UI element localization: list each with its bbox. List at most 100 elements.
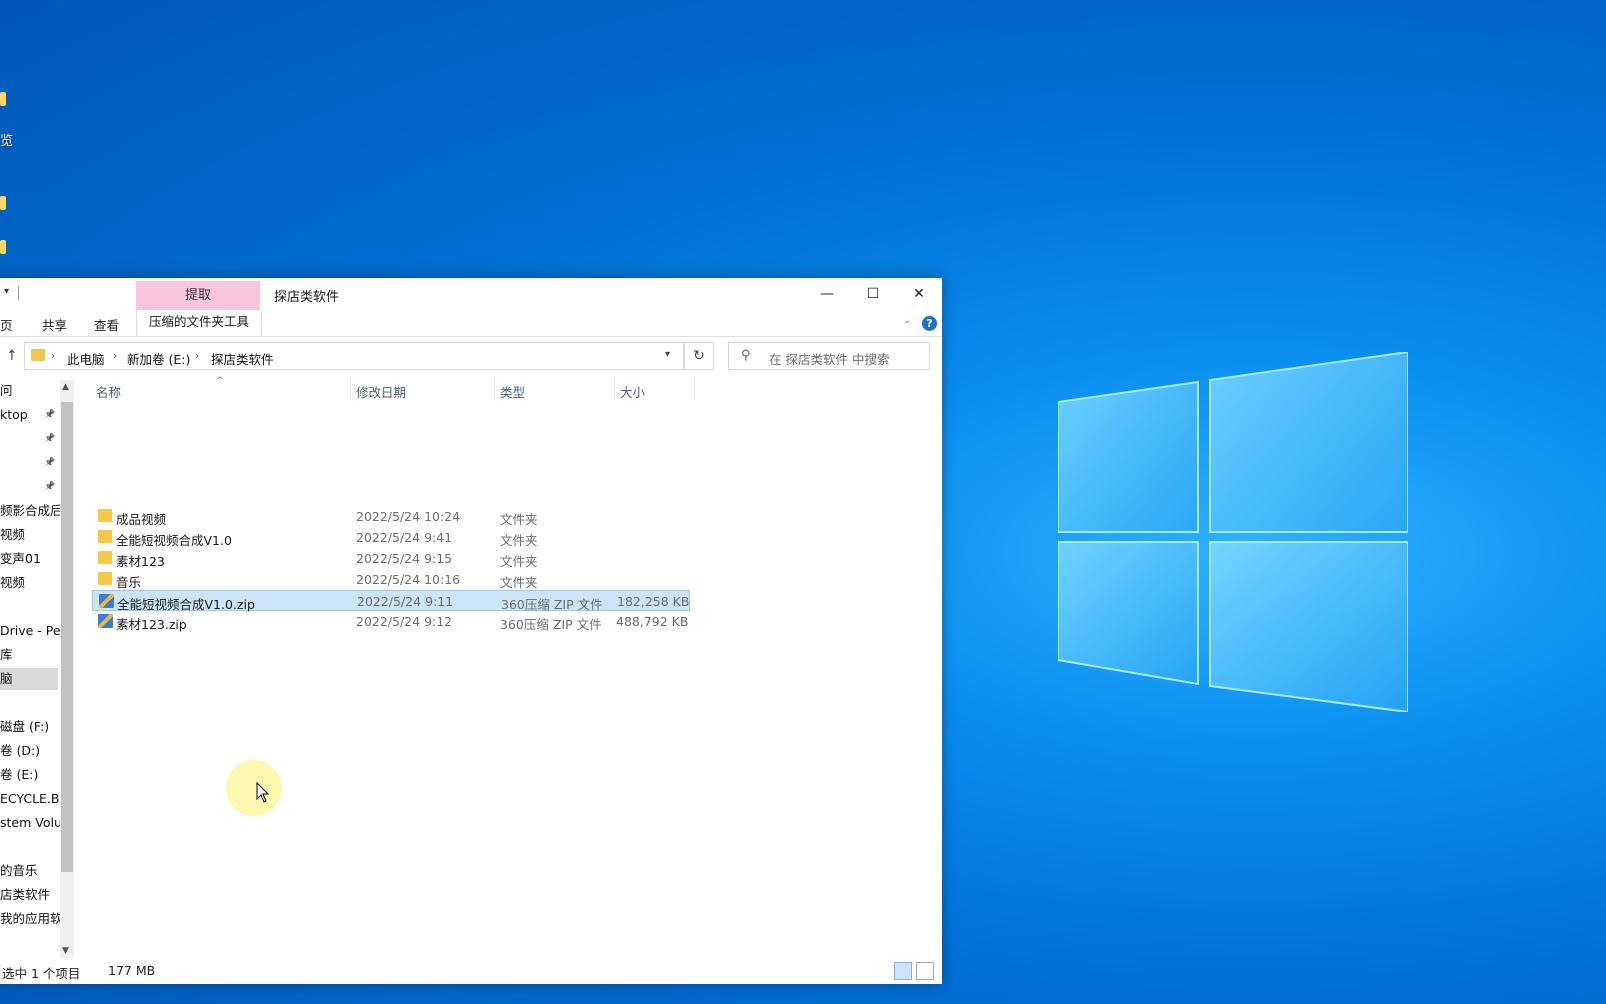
- navigation-pane: 问 ktop 📌 📌 📌 📌 频影合成后 视频 变声01 视频 Drive - Per 库脑磁盘 (F…: [0, 380, 60, 958]
- file-row[interactable]: 全能短视频合成V1.0.zip 2022/5/24 9:11 360压缩 ZIP 文…: [92, 590, 690, 612]
- maximize-button[interactable]: ☐: [850, 278, 896, 310]
- file-row[interactable]: 全能短视频合成V1.0 2022/5/24 9:41 文件夹: [92, 527, 690, 548]
- pin-icon[interactable]: 📌: [44, 404, 55, 426]
- quick-access-dropdown-icon[interactable]: ▾: [4, 286, 9, 297]
- minimize-button[interactable]: —: [804, 278, 850, 310]
- folder-icon: [98, 530, 112, 543]
- ribbon-expand-icon[interactable]: ⌄: [903, 315, 911, 326]
- scrollbar-thumb[interactable]: [61, 402, 73, 872]
- file-date: 2022/5/24 9:11: [357, 594, 454, 609]
- tab-home[interactable]: 页: [0, 315, 13, 334]
- sidebar-item[interactable]: 视频: [0, 524, 58, 546]
- column-divider[interactable]: [494, 378, 495, 400]
- column-divider[interactable]: [614, 378, 615, 400]
- sidebar-item[interactable]: Drive - Per: [0, 620, 60, 642]
- zip-archive-icon: [99, 594, 114, 608]
- sidebar-item[interactable]: ktop 📌: [0, 404, 58, 426]
- column-header-size[interactable]: 大小: [620, 382, 645, 401]
- tab-share[interactable]: 共享: [42, 315, 67, 334]
- mouse-cursor-icon: [256, 782, 270, 803]
- sidebar-item[interactable]: 📌: [0, 428, 58, 450]
- sidebar-item[interactable]: 视频: [0, 572, 58, 594]
- pin-icon[interactable]: 📌: [44, 452, 55, 474]
- sidebar-item-label: 问: [0, 383, 13, 398]
- sidebar-item[interactable]: 📌: [0, 476, 58, 498]
- folder-icon: [31, 349, 45, 361]
- sidebar-item[interactable]: 脑: [0, 668, 58, 690]
- chevron-right-icon[interactable]: ›: [113, 349, 117, 362]
- scroll-up-icon[interactable]: ▲: [62, 382, 69, 392]
- chevron-right-icon[interactable]: ›: [195, 349, 199, 362]
- sidebar-item[interactable]: 我的应用软件: [0, 908, 60, 930]
- sidebar-item-label: 磁盘 (F:): [0, 719, 50, 734]
- large-icons-view-button[interactable]: [916, 962, 934, 980]
- search-input[interactable]: ⚲ 在 探店类软件 中搜索: [728, 342, 930, 370]
- sidebar-item[interactable]: [0, 692, 58, 714]
- file-row[interactable]: 素材123 2022/5/24 9:15 文件夹: [92, 548, 690, 569]
- tab-extract[interactable]: 提取: [136, 281, 260, 310]
- sidebar-item[interactable]: 频影合成后: [0, 500, 60, 522]
- breadcrumb-current-folder[interactable]: 探店类软件: [211, 349, 274, 368]
- file-date: 2022/5/24 10:24: [356, 509, 461, 524]
- file-row[interactable]: 成品视频 2022/5/24 10:24 文件夹: [92, 506, 690, 527]
- sidebar-item[interactable]: [0, 596, 58, 618]
- column-header-name[interactable]: 名称: [96, 382, 121, 401]
- file-name: 成品视频: [116, 512, 167, 527]
- file-row[interactable]: 素材123.zip 2022/5/24 9:12 360压缩 ZIP 文件 488,7…: [92, 611, 690, 632]
- desktop-icon[interactable]: [0, 92, 6, 106]
- refresh-button[interactable]: ↻: [684, 342, 714, 370]
- desktop-icon-label[interactable]: 览: [0, 130, 13, 149]
- scroll-down-icon[interactable]: ▼: [62, 946, 69, 956]
- desktop-icon[interactable]: [0, 240, 6, 254]
- sidebar-item[interactable]: ECYCLE.BIN: [0, 788, 60, 810]
- breadcrumb-this-pc[interactable]: 此电脑: [67, 349, 105, 368]
- file-size: 182,258 KB: [617, 594, 690, 609]
- file-date: 2022/5/24 9:41: [356, 530, 453, 545]
- sidebar-item[interactable]: stem Volum: [0, 812, 60, 834]
- sidebar-item-label: 变声01: [0, 551, 41, 566]
- sidebar-item-label: ktop: [0, 407, 28, 422]
- sidebar-item[interactable]: 卷 (D:): [0, 740, 58, 762]
- tab-compressed-folder-tools[interactable]: 压缩的文件夹工具: [136, 310, 262, 336]
- column-header-type[interactable]: 类型: [500, 382, 525, 401]
- breadcrumb-drive-e[interactable]: 新加卷 (E:): [127, 349, 190, 368]
- sidebar-item[interactable]: 问: [0, 380, 58, 402]
- sidebar-item-label: 脑: [0, 671, 13, 686]
- pin-icon[interactable]: 📌: [44, 476, 55, 498]
- column-header-date[interactable]: 修改日期: [356, 382, 406, 401]
- sidebar-item[interactable]: 店类软件: [0, 884, 58, 906]
- sidebar-item[interactable]: [0, 836, 58, 858]
- status-bar: 选中 1 个项目 177 MB: [0, 958, 942, 984]
- file-name: 素材123.zip: [116, 617, 187, 632]
- details-view-button[interactable]: [894, 962, 912, 980]
- pin-icon[interactable]: 📌: [44, 428, 55, 450]
- up-arrow-icon[interactable]: ↑: [6, 348, 18, 364]
- navigation-bar: ↑ › 此电脑 › 新加卷 (E:) › 探店类软件 ▾ ↻ ⚲ 在 探店类软件…: [0, 336, 942, 376]
- chevron-down-icon[interactable]: ▾: [665, 349, 670, 360]
- tab-view[interactable]: 查看: [94, 315, 119, 334]
- sidebar-item[interactable]: 库: [0, 644, 58, 666]
- chevron-right-icon[interactable]: ›: [51, 349, 55, 362]
- file-row[interactable]: 音乐 2022/5/24 10:16 文件夹: [92, 569, 690, 590]
- sidebar-item-label: 卷 (D:): [0, 743, 41, 758]
- desktop-icon[interactable]: [0, 196, 6, 210]
- help-icon[interactable]: ?: [922, 316, 937, 331]
- address-bar[interactable]: › 此电脑 › 新加卷 (E:) › 探店类软件 ▾: [24, 342, 684, 370]
- column-divider[interactable]: [694, 378, 695, 400]
- sidebar-item[interactable]: 磁盘 (F:): [0, 716, 58, 738]
- sidebar-item[interactable]: 变声01: [0, 548, 58, 570]
- file-date: 2022/5/24 9:15: [356, 551, 453, 566]
- sidebar-item[interactable]: 📌: [0, 452, 58, 474]
- sidebar-item[interactable]: 的音乐: [0, 860, 58, 882]
- column-divider[interactable]: [350, 378, 351, 400]
- close-button[interactable]: ✕: [896, 278, 942, 310]
- file-type: 文件夹: [500, 575, 538, 590]
- file-type: 文件夹: [500, 512, 538, 527]
- status-selection: 选中 1 个项目: [2, 966, 81, 981]
- file-type: 文件夹: [500, 554, 538, 569]
- folder-icon: [98, 509, 112, 522]
- title-bar[interactable]: ▾ 提取 探店类软件 — ☐ ✕: [0, 278, 942, 310]
- file-type: 文件夹: [500, 533, 538, 548]
- zip-archive-icon: [98, 614, 113, 628]
- sidebar-item[interactable]: 卷 (E:): [0, 764, 58, 786]
